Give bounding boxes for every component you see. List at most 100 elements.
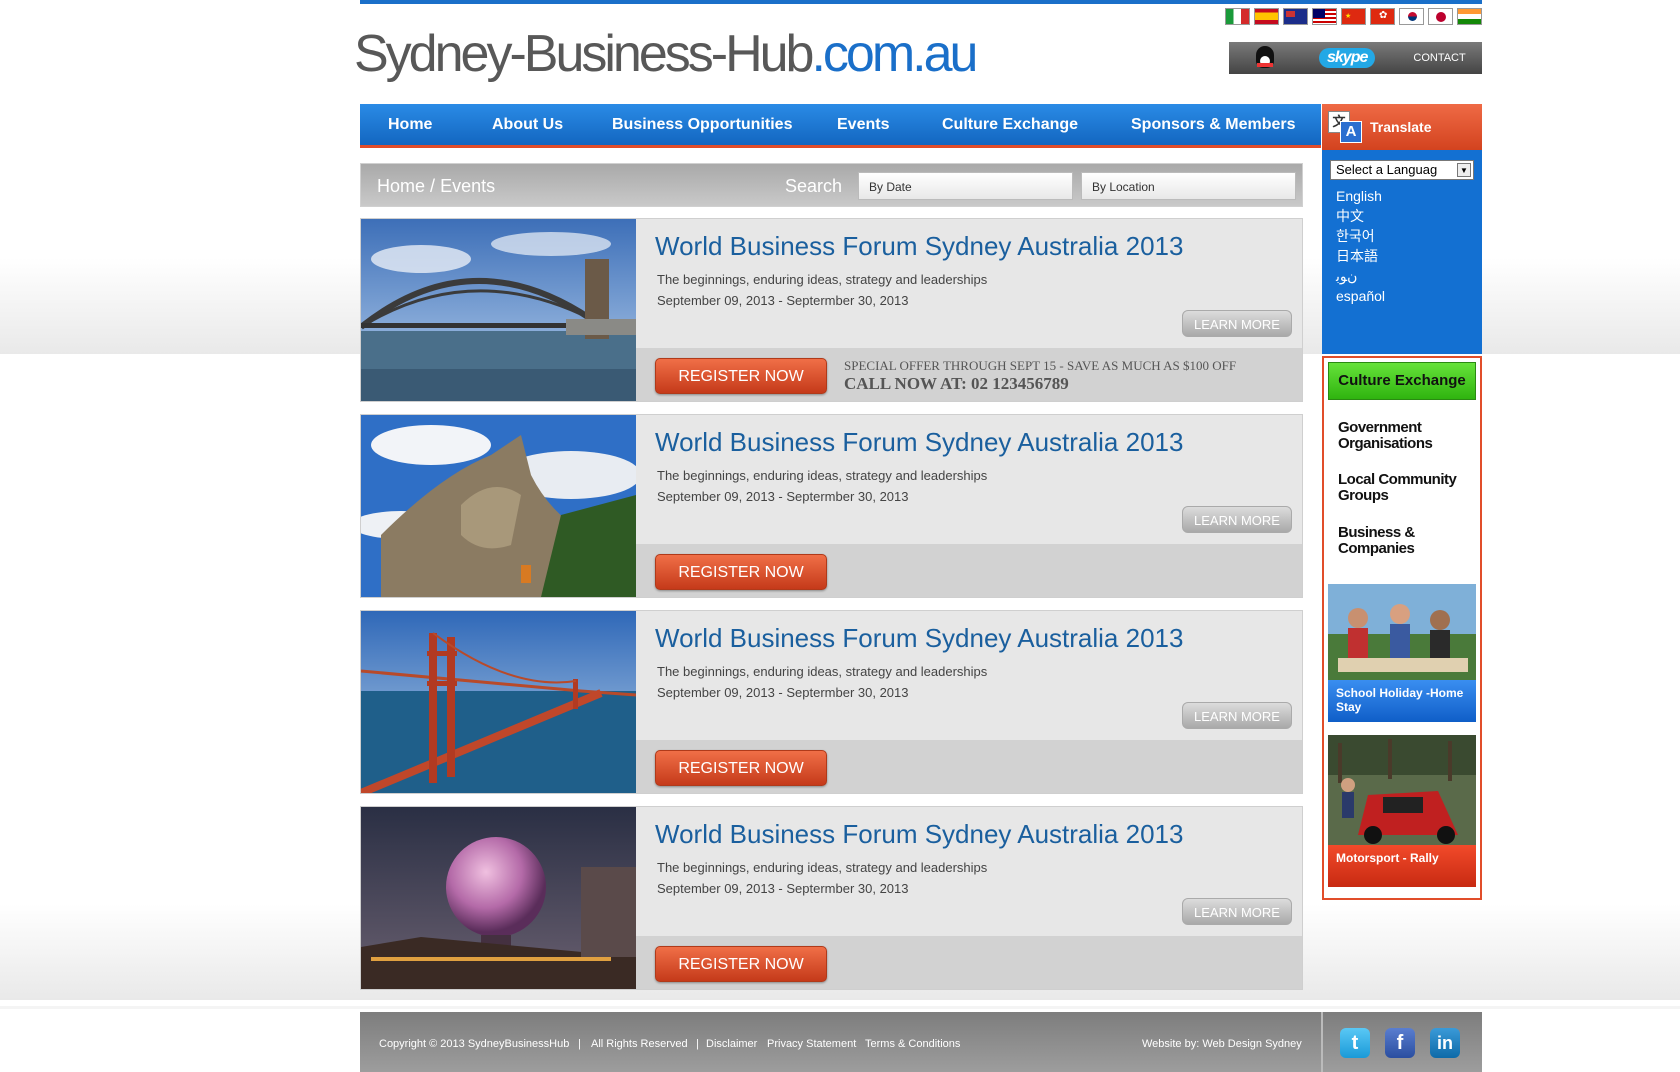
chevron-down-icon[interactable]: ▼ bbox=[1457, 163, 1471, 177]
event-card: World Business Forum Sydney Australia 20… bbox=[360, 218, 1303, 402]
footer-copyright: Copyright © 2013 SydneyBusinessHub bbox=[379, 1038, 570, 1050]
event-dates: September 09, 2013 - Septermber 30, 2013 bbox=[657, 881, 909, 896]
footer-terms-link[interactable]: Terms & Conditions bbox=[865, 1038, 960, 1050]
logo-domain: .com.au bbox=[811, 25, 978, 83]
register-now-button[interactable]: REGISTER NOW bbox=[655, 946, 827, 982]
event-card: World Business Forum Sydney Australia 20… bbox=[360, 806, 1303, 990]
culture-link-community[interactable]: Local Community Groups bbox=[1338, 472, 1478, 504]
culture-link-government[interactable]: Government Organisations bbox=[1338, 420, 1468, 452]
culture-link-business[interactable]: Business & Companies bbox=[1338, 525, 1448, 557]
twitter-icon[interactable]: t bbox=[1340, 1028, 1370, 1058]
nav-sponsors-members[interactable]: Sponsors & Members bbox=[1131, 116, 1295, 134]
homestay-promo-label[interactable]: School Holiday -Home Stay bbox=[1328, 680, 1476, 722]
event-title[interactable]: World Business Forum Sydney Australia 20… bbox=[655, 623, 1183, 654]
event-image-harbour-bridge[interactable] bbox=[361, 219, 636, 401]
special-offer-text: SPECIAL OFFER THROUGH SEPT 15 - SAVE AS … bbox=[844, 358, 1237, 373]
nav-business-opportunities[interactable]: Business Opportunities bbox=[612, 116, 792, 134]
event-dates: September 09, 2013 - Septermber 30, 2013 bbox=[657, 293, 909, 308]
breadcrumb-home[interactable]: Home bbox=[377, 176, 425, 196]
footer-divider: | bbox=[696, 1038, 699, 1050]
motorsport-promo-label[interactable]: Motorsport - Rally bbox=[1328, 845, 1476, 887]
australia-flag[interactable] bbox=[1283, 8, 1308, 25]
nav-home[interactable]: Home bbox=[388, 116, 432, 134]
culture-exchange-panel: Culture Exchange Government Organisation… bbox=[1322, 356, 1482, 900]
language-select[interactable]: Select a Languag ▼ bbox=[1330, 160, 1474, 180]
main-nav: Home About Us Business Opportunities Eve… bbox=[360, 104, 1321, 148]
event-title[interactable]: World Business Forum Sydney Australia 20… bbox=[655, 819, 1183, 850]
contact-link[interactable]: CONTACT bbox=[1413, 52, 1465, 64]
learn-more-button[interactable]: LEARN MORE bbox=[1182, 310, 1292, 337]
learn-more-button[interactable]: LEARN MORE bbox=[1182, 506, 1292, 533]
homestay-promo-image[interactable] bbox=[1328, 584, 1476, 680]
register-now-button[interactable]: REGISTER NOW bbox=[655, 358, 827, 394]
utility-bar: skype CONTACT bbox=[1229, 42, 1482, 74]
footer-credit-link[interactable]: Website by: Web Design Sydney bbox=[1142, 1038, 1302, 1050]
india-flag[interactable] bbox=[1457, 8, 1482, 25]
page-wrapper: Sydney-Business-Hub.com.au ★ ✿ skype CON… bbox=[354, 0, 1482, 1072]
event-image-buddha-statue[interactable] bbox=[361, 415, 636, 597]
japan-flag[interactable] bbox=[1428, 8, 1453, 25]
language-arabic[interactable]: ﻥﻮﺑ bbox=[1336, 266, 1385, 286]
nav-events[interactable]: Events bbox=[837, 116, 889, 134]
language-flags: ★ ✿ bbox=[1225, 8, 1482, 25]
learn-more-button[interactable]: LEARN MORE bbox=[1182, 898, 1292, 925]
nav-about-us[interactable]: About Us bbox=[492, 116, 563, 134]
nav-culture-exchange[interactable]: Culture Exchange bbox=[942, 116, 1078, 134]
breadcrumb-separator: / bbox=[430, 176, 436, 196]
hongkong-flag[interactable]: ✿ bbox=[1370, 8, 1395, 25]
translate-header: 文 A Translate bbox=[1322, 104, 1482, 150]
learn-more-button[interactable]: LEARN MORE bbox=[1182, 702, 1292, 729]
search-label: Search bbox=[785, 176, 843, 196]
event-dates: September 09, 2013 - Septermber 30, 2013 bbox=[657, 685, 909, 700]
language-spanish[interactable]: español bbox=[1336, 286, 1385, 306]
translate-title: Translate bbox=[1370, 119, 1432, 135]
language-chinese[interactable]: 中文 bbox=[1336, 206, 1385, 226]
search-by-date-input[interactable]: By Date bbox=[858, 172, 1073, 200]
register-now-button[interactable]: REGISTER NOW bbox=[655, 750, 827, 786]
footer-divider: | bbox=[578, 1038, 581, 1050]
malaysia-flag[interactable] bbox=[1312, 8, 1337, 25]
language-list: English 中文 한국어 日本語 ﻥﻮﺑ español bbox=[1336, 186, 1385, 306]
event-description: The beginnings, enduring ideas, strategy… bbox=[657, 468, 988, 483]
event-card: World Business Forum Sydney Australia 20… bbox=[360, 414, 1303, 598]
language-select-value: Select a Languag bbox=[1336, 162, 1438, 177]
qq-penguin-icon[interactable] bbox=[1251, 44, 1279, 72]
footer-rights: All Rights Reserved bbox=[591, 1038, 688, 1050]
footer: Copyright © 2013 SydneyBusinessHub | All… bbox=[360, 1012, 1482, 1072]
event-description: The beginnings, enduring ideas, strategy… bbox=[657, 272, 988, 287]
event-title[interactable]: World Business Forum Sydney Australia 20… bbox=[655, 231, 1183, 262]
china-flag[interactable]: ★ bbox=[1341, 8, 1366, 25]
footer-privacy-link[interactable]: Privacy Statement bbox=[767, 1038, 856, 1050]
breadcrumb-bar: Home / Events Search By Date By Location bbox=[360, 163, 1303, 207]
breadcrumb-current: Events bbox=[440, 176, 496, 196]
skype-icon[interactable]: skype bbox=[1319, 48, 1376, 68]
site-logo[interactable]: Sydney-Business-Hub.com.au bbox=[354, 25, 978, 83]
event-image-golden-gate[interactable] bbox=[361, 611, 636, 793]
event-dates: September 09, 2013 - Septermber 30, 2013 bbox=[657, 489, 909, 504]
register-now-button[interactable]: REGISTER NOW bbox=[655, 554, 827, 590]
facebook-icon[interactable]: f bbox=[1385, 1028, 1415, 1058]
korea-flag[interactable] bbox=[1399, 8, 1424, 25]
translate-icon: 文 A bbox=[1328, 111, 1362, 143]
spain-flag[interactable] bbox=[1254, 8, 1279, 25]
language-japanese[interactable]: 日本語 bbox=[1336, 246, 1385, 266]
breadcrumb: Home / Events bbox=[377, 176, 495, 197]
event-card: World Business Forum Sydney Australia 20… bbox=[360, 610, 1303, 794]
footer-disclaimer-link[interactable]: Disclaimer bbox=[706, 1038, 757, 1050]
translate-panel: 文 A Translate Select a Languag ▼ English … bbox=[1322, 104, 1482, 354]
event-description: The beginnings, enduring ideas, strategy… bbox=[657, 664, 988, 679]
culture-exchange-header[interactable]: Culture Exchange bbox=[1328, 362, 1476, 400]
linkedin-icon[interactable]: in bbox=[1430, 1028, 1460, 1058]
top-accent-line bbox=[360, 0, 1482, 4]
call-now-text: CALL NOW AT: 02 123456789 bbox=[844, 374, 1069, 393]
footer-separator bbox=[1321, 1012, 1323, 1072]
logo-main: Sydney-Business-Hub bbox=[354, 25, 814, 83]
language-english[interactable]: English bbox=[1336, 186, 1385, 206]
event-image-epcot-sphere[interactable] bbox=[361, 807, 636, 989]
motorsport-promo-image[interactable] bbox=[1328, 735, 1476, 845]
language-korean[interactable]: 한국어 bbox=[1336, 226, 1385, 246]
event-title[interactable]: World Business Forum Sydney Australia 20… bbox=[655, 427, 1183, 458]
search-by-location-input[interactable]: By Location bbox=[1081, 172, 1296, 200]
event-description: The beginnings, enduring ideas, strategy… bbox=[657, 860, 988, 875]
italy-flag[interactable] bbox=[1225, 8, 1250, 25]
